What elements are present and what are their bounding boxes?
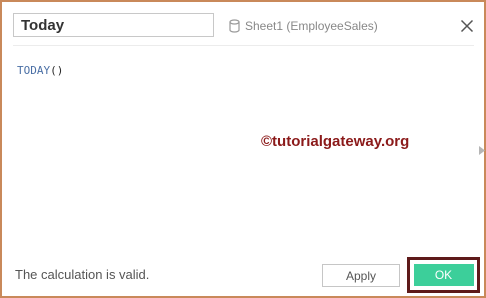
caret-right-icon <box>479 145 485 155</box>
ok-button[interactable]: OK <box>413 264 474 286</box>
watermark-text: ©tutorialgateway.org <box>261 133 410 150</box>
datasource-indicator: Sheet1 (EmployeeSales) <box>229 17 378 35</box>
ok-button-highlight: OK <box>407 257 480 293</box>
formula-editor[interactable]: TODAY() <box>17 64 63 78</box>
formula-function-name: TODAY <box>17 64 51 77</box>
expand-panel-button[interactable] <box>478 145 486 155</box>
header-divider <box>13 45 474 46</box>
database-icon <box>229 19 240 33</box>
close-button[interactable] <box>457 16 477 36</box>
validation-status: The calculation is valid. <box>15 267 150 282</box>
close-icon <box>460 19 474 33</box>
calculation-dialog: Sheet1 (EmployeeSales) TODAY() ©tutorial… <box>0 0 486 298</box>
formula-function-args: () <box>50 64 64 77</box>
calculation-name-input[interactable] <box>13 13 214 37</box>
apply-button[interactable]: Apply <box>322 264 400 287</box>
datasource-label: Sheet1 (EmployeeSales) <box>245 19 378 33</box>
